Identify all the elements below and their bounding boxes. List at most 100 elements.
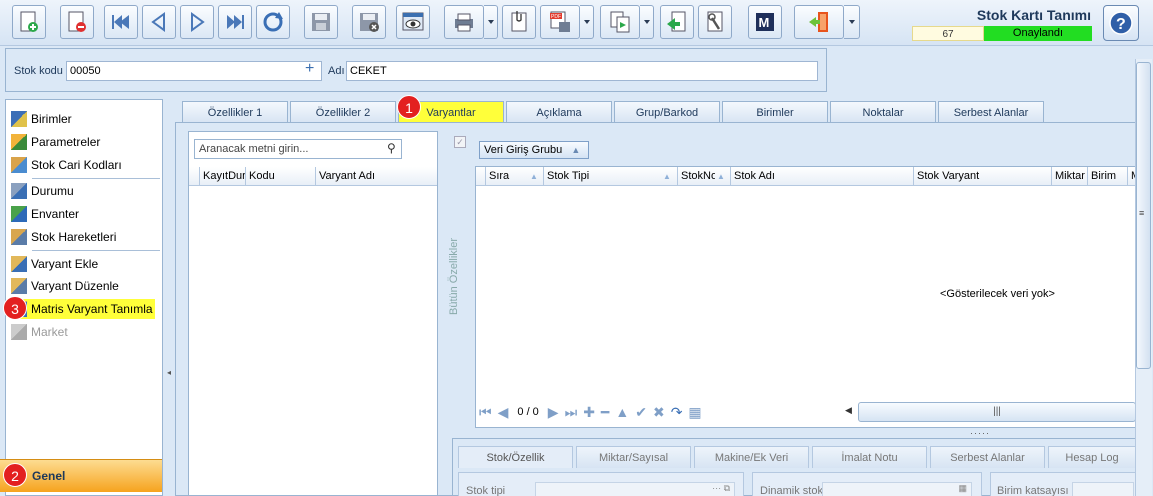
previous-icon[interactable]: ◀ [498,404,509,421]
tab-noktalar[interactable]: Noktalar [830,101,936,123]
tab-hesap-log[interactable]: Hesap Log [1048,446,1136,468]
filter-grid-icon[interactable]: ▦ [688,404,701,421]
sidebar-item-durumu[interactable]: Durumu [11,181,74,201]
m-icon: M [756,13,774,31]
delete-record-icon [68,11,86,32]
previous-record-button[interactable] [142,5,176,39]
column-kayitdur[interactable]: KayıtDur [200,167,246,186]
first-icon[interactable]: ⏮ [479,404,492,421]
sidebar-item-matris-varyant-tanimla[interactable]: Matris Varyant Tanımla [11,299,155,319]
collapse-arrow-icon[interactable]: ◂ [167,368,171,377]
pdf-save-button[interactable]: PDF [540,5,580,39]
confirm-icon[interactable]: ✔ [635,404,647,421]
sidebar-item-stok-cari-kodlari[interactable]: Stok Cari Kodları [11,155,122,175]
column-stok-varyant[interactable]: Stok Varyant [914,167,1052,186]
exit-dropdown[interactable] [844,5,860,39]
next-icon[interactable]: ▶ [548,404,559,421]
refresh-button[interactable] [256,5,290,39]
sidebar-item-stok-hareketleri[interactable]: Stok Hareketleri [11,227,116,247]
sidebar-item-varyant-duzenle[interactable]: Varyant Düzenle [11,276,119,296]
save-close-button[interactable] [352,5,386,39]
add-icon[interactable]: + [305,60,314,78]
variant-list-header: KayıtDur Kodu Varyant Adı [189,167,437,186]
column-varyant-adi[interactable]: Varyant Adı [316,167,437,186]
pdf-dropdown[interactable] [580,5,594,39]
sidebar-item-parametreler[interactable]: Parametreler [11,132,100,152]
market-icon [11,324,27,340]
tab-makine-ek-veri[interactable]: Makine/Ek Veri [694,446,809,468]
next-record-button[interactable] [180,5,214,39]
sidebar-item-varyant-ekle[interactable]: Varyant Ekle [11,254,98,274]
print-icon [455,13,473,32]
all-properties-label[interactable]: Bütün Özellikler [448,158,460,315]
sidebar-item-birimler[interactable]: Birimler [11,109,72,129]
sort-up-icon: ▲ [571,145,581,155]
refresh-icon [263,12,283,32]
search-icon[interactable]: ⚲ [387,141,396,155]
add-row-icon[interactable]: ✚ [583,404,595,421]
tab-miktar-sayisal[interactable]: Miktar/Sayısal [576,446,691,468]
sidebar-item-envanter[interactable]: Envanter [11,204,79,224]
tab-serbest-alanlar-bottom[interactable]: Serbest Alanlar [930,446,1045,468]
column-stokno[interactable]: StokNo ▲ [678,167,731,186]
tab-aciklama[interactable]: Açıklama [506,101,612,123]
splitter-grip[interactable]: ····· [970,428,990,438]
column-stok-adi[interactable]: Stok Adı [731,167,914,186]
birim-katsayisi-label: Birim katsayısı [997,485,1069,496]
stok-tipi-field[interactable]: ··· ⧉ [535,482,735,496]
copy-button[interactable] [600,5,640,39]
exit-button[interactable] [794,5,844,39]
variant-grid-header: Sıra ▲ Stok Tipi ▲ StokNo ▲ Stok Adı Stok V… [476,167,1136,186]
search-input[interactable]: Aranacak metni girin... [194,139,402,159]
column-kodu[interactable]: Kodu [246,167,316,186]
tab-ozellikler-2[interactable]: Özellikler 2 [290,101,396,123]
column-sira[interactable]: Sıra ▲ [486,167,544,186]
cancel-icon[interactable]: ✖ [653,404,665,421]
pdf-save-icon: PDF [550,11,570,32]
m-button[interactable]: M [748,5,782,39]
import-button[interactable] [660,5,694,39]
column-birim[interactable]: Birim [1088,167,1128,186]
annotation-badge-3: 3 [3,296,27,320]
tab-ozellikler-1[interactable]: Özellikler 1 [182,101,288,123]
tab-grup-barkod[interactable]: Grup/Barkod [614,101,720,123]
sort-up-icon: ▲ [717,172,725,181]
scroll-left-icon[interactable]: ◀ [845,405,852,416]
last-record-button[interactable] [218,5,252,39]
first-record-icon [112,15,129,29]
tab-stok-ozellik[interactable]: Stok/Özellik [458,446,573,468]
dinamik-stok-field[interactable]: ▦ [822,482,972,496]
save-button[interactable] [304,5,338,39]
new-record-button[interactable] [12,5,46,39]
stok-kodu-label: Stok kodu [14,65,63,77]
tools-button[interactable] [698,5,732,39]
sidebar-item-market[interactable]: Market [11,322,68,342]
tab-serbest-alanlar[interactable]: Serbest Alanlar [938,101,1044,123]
column-miktar[interactable]: Miktar [1052,167,1088,186]
select-all-checkbox[interactable]: ✓ [454,136,466,148]
copy-icon [610,11,630,33]
add-variant-icon [11,256,27,272]
remove-row-icon[interactable]: ━ [601,404,609,421]
print-button[interactable] [444,5,484,39]
refresh-icon[interactable]: ↷ [671,404,683,421]
preview-button[interactable] [396,5,430,39]
first-record-button[interactable] [104,5,138,39]
attach-button[interactable] [502,5,536,39]
stok-kodu-field[interactable]: 00050 [66,61,322,81]
edit-variant-icon [11,278,27,294]
column-stok-tipi[interactable]: Stok Tipi ▲ [544,167,678,186]
data-entry-group-button[interactable]: Veri Giriş Grubu ▲ [479,141,589,159]
help-button[interactable]: ? [1103,5,1139,41]
delete-record-button[interactable] [60,5,94,39]
birim-katsayisi-field[interactable] [1072,482,1134,496]
adi-field[interactable]: CEKET [346,61,818,81]
tab-imalat-notu[interactable]: İmalat Notu [812,446,927,468]
tools-icon [707,11,723,32]
print-dropdown[interactable] [484,5,498,39]
copy-dropdown[interactable] [640,5,654,39]
edit-row-icon[interactable]: ▲ [615,404,629,420]
tab-birimler[interactable]: Birimler [722,101,828,123]
last-icon[interactable]: ⏭ [565,404,578,421]
horizontal-scrollbar[interactable]: ||| [858,402,1136,422]
